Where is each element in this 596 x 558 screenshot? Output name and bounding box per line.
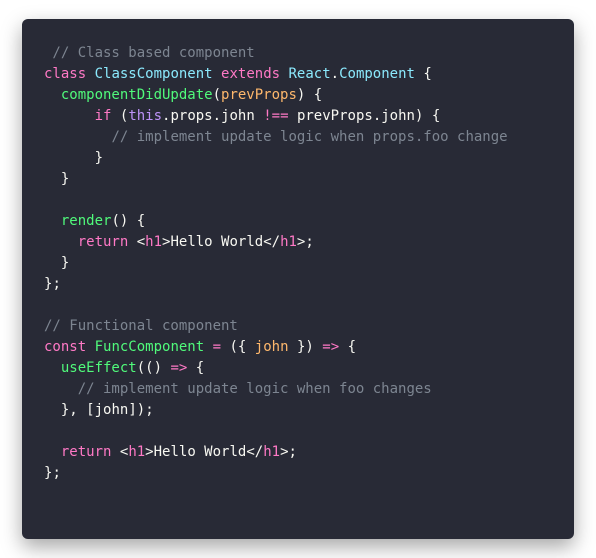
punct-gt: > (280, 444, 288, 460)
punct-cbracket: ] (128, 402, 136, 418)
punct-obrace: { (137, 213, 145, 229)
op-neq: !== (263, 108, 288, 124)
punct-obrace: { (314, 87, 322, 103)
punct-lt: < (246, 444, 254, 460)
punct-oparen: ( (213, 87, 221, 103)
param-prevprops: prevProps (221, 87, 297, 103)
punct-lt: < (263, 234, 271, 250)
punct-obrace: { (238, 339, 246, 355)
punct-semi: ; (289, 444, 297, 460)
punct-semi: ; (52, 465, 60, 481)
kw-class: class (44, 66, 86, 82)
id-component: Component (339, 66, 415, 82)
dep-john: john (95, 402, 129, 418)
punct-cparen: ) (297, 87, 305, 103)
punct-cparen: ) (154, 360, 162, 376)
text-hello-world: Hello World (170, 234, 263, 250)
prop-props: props (170, 108, 212, 124)
prop-john: john (381, 108, 415, 124)
prop-john: john (221, 108, 255, 124)
punct-semi: ; (145, 402, 153, 418)
punct-dot: . (373, 108, 381, 124)
fn-useeffect: useEffect (61, 360, 137, 376)
punct-obracket: [ (86, 402, 94, 418)
id-react: React (289, 66, 331, 82)
kw-return: return (61, 444, 112, 460)
kw-extends: extends (221, 66, 280, 82)
fn-render: render (61, 213, 112, 229)
code-window: // Class based component class ClassComp… (22, 19, 574, 539)
punct-obrace: { (423, 66, 431, 82)
kw-return: return (78, 234, 129, 250)
param-john: john (255, 339, 289, 355)
comment-functional: // Functional component (44, 318, 238, 334)
kw-const: const (44, 339, 86, 355)
punct-gt: > (145, 444, 153, 460)
punct-cparen: ) (415, 108, 423, 124)
punct-cparen: ) (305, 339, 313, 355)
id-funccomponent: FuncComponent (95, 339, 205, 355)
op-arrow: => (322, 339, 339, 355)
comment-update-func: // implement update logic when foo chang… (78, 381, 432, 397)
punct-semi: ; (52, 276, 60, 292)
code-block: // Class based component class ClassComp… (22, 19, 574, 508)
op-arrow: => (170, 360, 187, 376)
punct-obrace: { (348, 339, 356, 355)
op-eq: = (213, 339, 221, 355)
punct-dot: . (331, 66, 339, 82)
punct-cbrace: } (61, 171, 69, 187)
punct-comma: , (69, 402, 77, 418)
text-hello-world: Hello World (154, 444, 247, 460)
punct-semi: ; (305, 234, 313, 250)
tag-h1-open: h1 (145, 234, 162, 250)
punct-cparen: ) (137, 402, 145, 418)
kw-this: this (128, 108, 162, 124)
fn-componentdidupdate: componentDidUpdate (61, 87, 213, 103)
punct-lt: < (137, 234, 145, 250)
punct-oparen: ( (229, 339, 237, 355)
punct-obrace: { (196, 360, 204, 376)
punct-slash: / (255, 444, 263, 460)
punct-oparen: ( (137, 360, 145, 376)
tag-h1-open: h1 (128, 444, 145, 460)
punct-cparen: ) (120, 213, 128, 229)
punct-cbrace: } (95, 150, 103, 166)
comment-update-class: // implement update logic when props.foo… (111, 129, 507, 145)
punct-oparen: ( (111, 213, 119, 229)
punct-obrace: { (432, 108, 440, 124)
kw-if: if (95, 108, 112, 124)
comment-class: // Class based component (44, 45, 255, 61)
tag-h1-close: h1 (263, 444, 280, 460)
punct-dot: . (213, 108, 221, 124)
param-prevprops: prevProps (297, 108, 373, 124)
punct-oparen: ( (145, 360, 153, 376)
punct-cbrace: } (61, 255, 69, 271)
id-classcomponent: ClassComponent (95, 66, 213, 82)
tag-h1-close: h1 (280, 234, 297, 250)
punct-slash: / (272, 234, 280, 250)
